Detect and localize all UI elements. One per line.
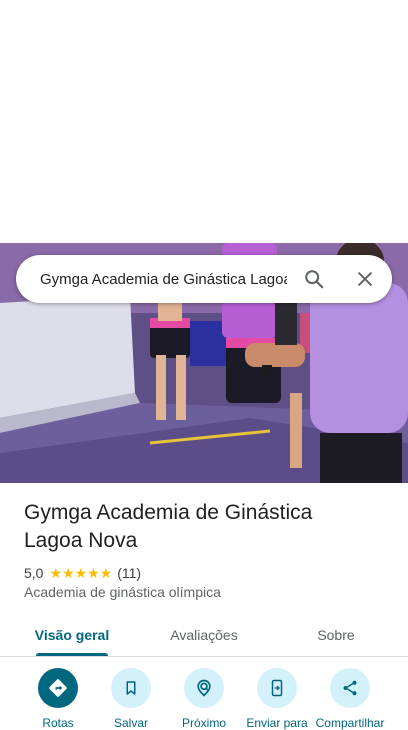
send-to-phone-icon xyxy=(257,668,297,708)
tab-about[interactable]: Sobre xyxy=(288,613,384,656)
search-bar[interactable]: Gymga Academia de Ginástica Lagoa Nova xyxy=(16,255,392,303)
share-label: Compartilhar xyxy=(315,716,385,730)
search-icon[interactable] xyxy=(302,267,326,291)
directions-label: Rotas xyxy=(42,716,74,730)
save-label: Salvar xyxy=(113,716,148,730)
action-buttons: Rotas Salvar Próximo Enviar para Compart… xyxy=(0,668,408,730)
save-button[interactable]: Salvar xyxy=(94,668,168,730)
rating-row[interactable]: 5,0 ★★★★★ (11) xyxy=(24,563,141,583)
place-category[interactable]: Academia de ginástica olímpica xyxy=(24,584,221,600)
share-icon xyxy=(330,668,370,708)
share-button[interactable]: Compartilhar xyxy=(313,668,387,730)
send-to-phone-label: Enviar para xyxy=(246,716,308,730)
active-tab-indicator xyxy=(36,653,108,656)
directions-button[interactable]: Rotas xyxy=(21,668,95,730)
send-to-phone-button[interactable]: Enviar para xyxy=(240,668,314,730)
directions-icon xyxy=(38,668,78,708)
bookmark-icon xyxy=(111,668,151,708)
star-rating-icon: ★★★★★ xyxy=(49,564,113,581)
search-input[interactable]: Gymga Academia de Ginástica Lagoa Nova xyxy=(40,271,287,288)
close-icon[interactable] xyxy=(353,267,377,291)
map-blank-area xyxy=(0,0,408,243)
tab-bar: Visão geral Avaliações Sobre xyxy=(0,613,408,657)
nearby-label: Próximo xyxy=(181,716,226,730)
nearby-icon xyxy=(184,668,224,708)
tab-overview[interactable]: Visão geral xyxy=(24,613,120,656)
place-title: Gymga Academia de Ginástica Lagoa Nova xyxy=(24,501,313,552)
tab-reviews[interactable]: Avaliações xyxy=(156,613,252,656)
review-count[interactable]: (11) xyxy=(117,565,141,581)
nearby-button[interactable]: Próximo xyxy=(167,668,241,730)
rating-value: 5,0 xyxy=(24,565,44,581)
